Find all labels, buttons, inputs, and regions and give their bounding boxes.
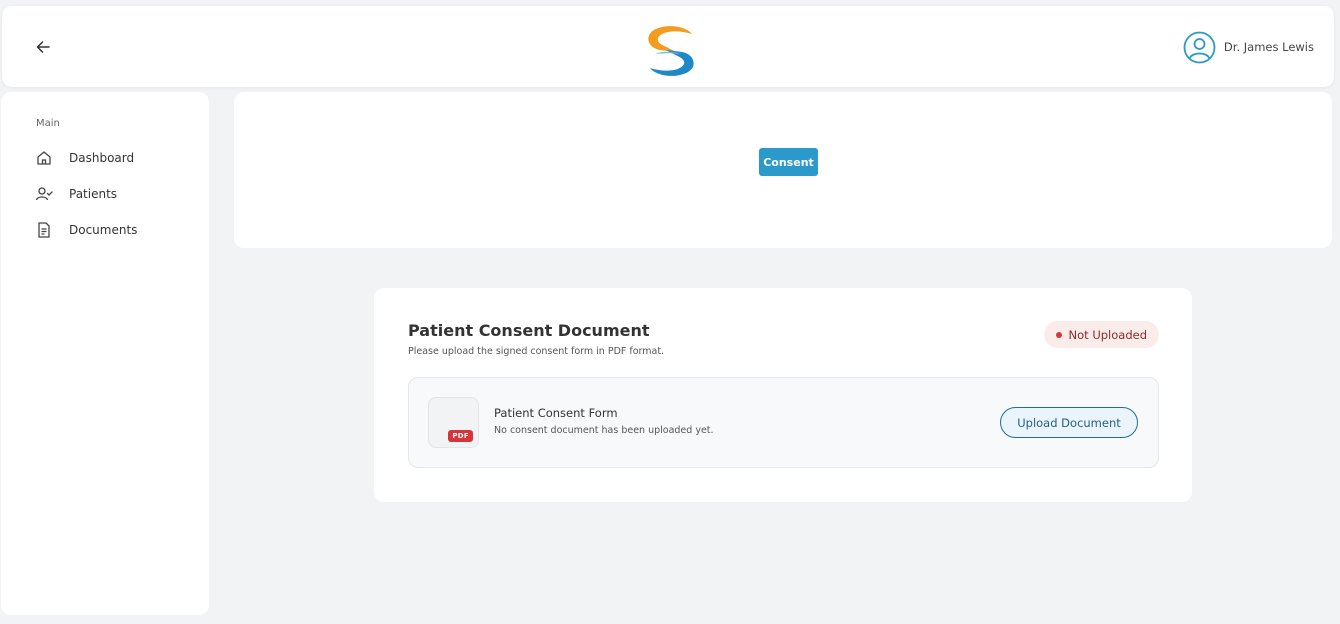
document-icon bbox=[38, 222, 50, 238]
sidebar-section-label: Main bbox=[36, 118, 60, 129]
pdf-tag: PDF bbox=[448, 430, 473, 442]
card-title: Patient Consent Document bbox=[408, 321, 650, 340]
sidebar-item-label: Patients bbox=[69, 187, 118, 201]
back-button[interactable] bbox=[32, 36, 54, 58]
consent-document-card: Patient Consent Document Please upload t… bbox=[374, 288, 1192, 502]
user-check-icon bbox=[35, 187, 53, 201]
file-description: No consent document has been uploaded ye… bbox=[494, 425, 714, 436]
sidebar: Main Dashboard Patients Documents bbox=[1, 92, 209, 615]
user-name: Dr. James Lewis bbox=[1223, 40, 1314, 54]
sidebar-item-documents[interactable]: Documents bbox=[35, 218, 137, 242]
card-subtitle: Please upload the signed consent form in… bbox=[408, 346, 665, 357]
status-dot-icon bbox=[1055, 331, 1062, 338]
home-icon bbox=[37, 151, 51, 165]
file-row: PDF Patient Consent Form No consent docu… bbox=[408, 377, 1159, 468]
sidebar-item-dashboard[interactable]: Dashboard bbox=[35, 146, 134, 170]
consent-tab-card: Consent bbox=[234, 92, 1332, 248]
sidebar-item-label: Dashboard bbox=[69, 151, 135, 165]
user-circle-icon bbox=[1183, 31, 1216, 63]
top-header: Dr. James Lewis bbox=[2, 6, 1334, 87]
consent-button[interactable]: Consent bbox=[759, 148, 818, 176]
pdf-file-icon: PDF bbox=[428, 397, 479, 448]
upload-document-button[interactable]: Upload Document bbox=[1000, 407, 1138, 438]
file-name: Patient Consent Form bbox=[494, 406, 618, 420]
swirl-s-logo bbox=[648, 26, 694, 76]
status-label: Not Uploaded bbox=[1068, 327, 1147, 342]
user-profile[interactable]: Dr. James Lewis bbox=[1183, 30, 1314, 64]
sidebar-item-label: Documents bbox=[69, 223, 138, 237]
sidebar-item-patients[interactable]: Patients bbox=[35, 182, 117, 206]
status-badge: Not Uploaded bbox=[1043, 321, 1159, 348]
arrow-left-icon bbox=[36, 41, 50, 53]
